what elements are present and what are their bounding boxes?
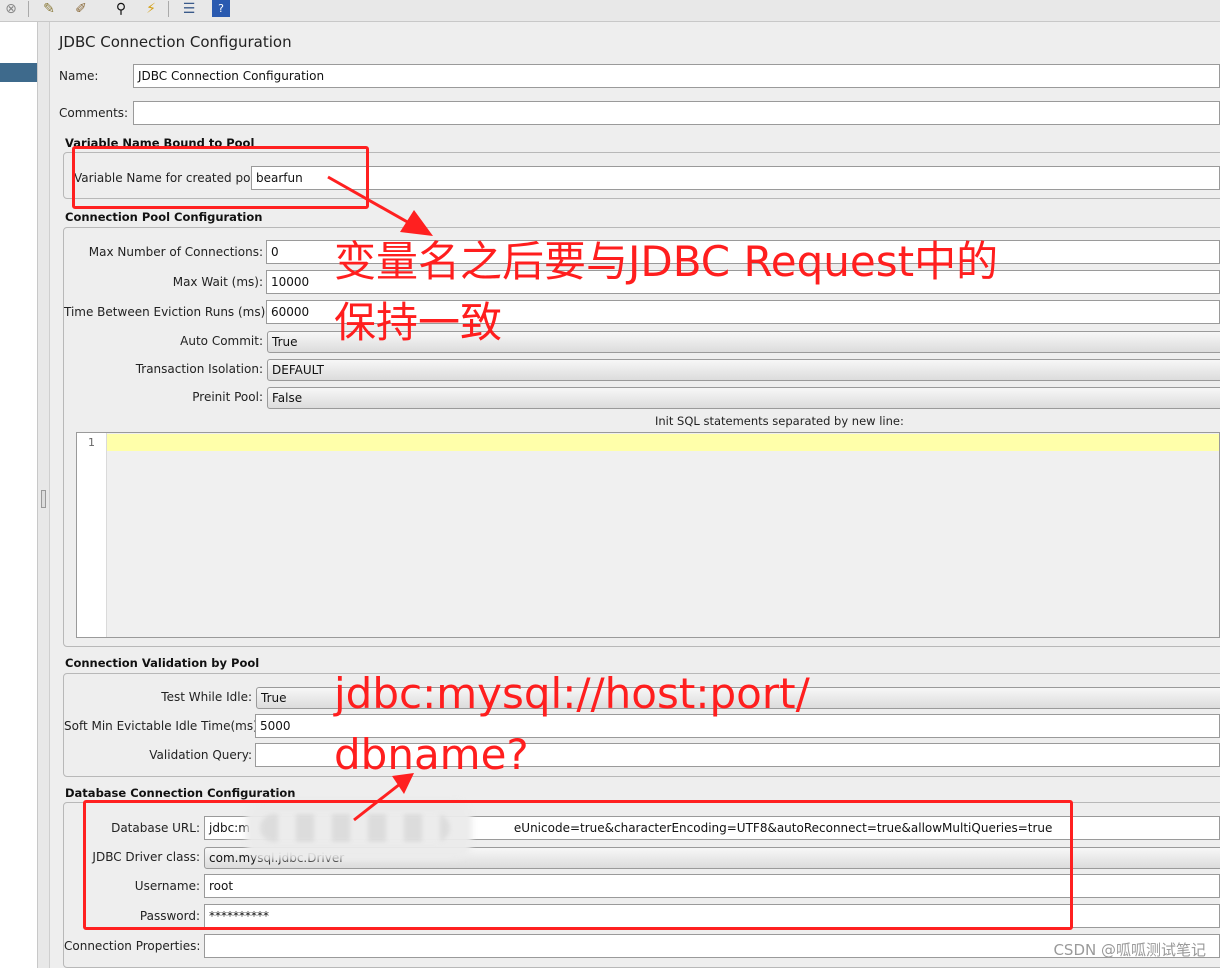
annotation-bottom-line1: jdbc:mysql://host:port/ — [334, 669, 810, 718]
watermark: CSDN @呱呱测试笔记 — [1053, 941, 1206, 959]
annotation-top-line2: 保持一致 — [334, 298, 503, 347]
arrow-to-annotation — [327, 175, 433, 236]
annotation-arrows — [327, 175, 433, 822]
annotation-bottom-line2: dbname? — [334, 730, 529, 779]
annotation-top-line1: 变量名之后要与JDBC Request中的 — [334, 237, 999, 286]
